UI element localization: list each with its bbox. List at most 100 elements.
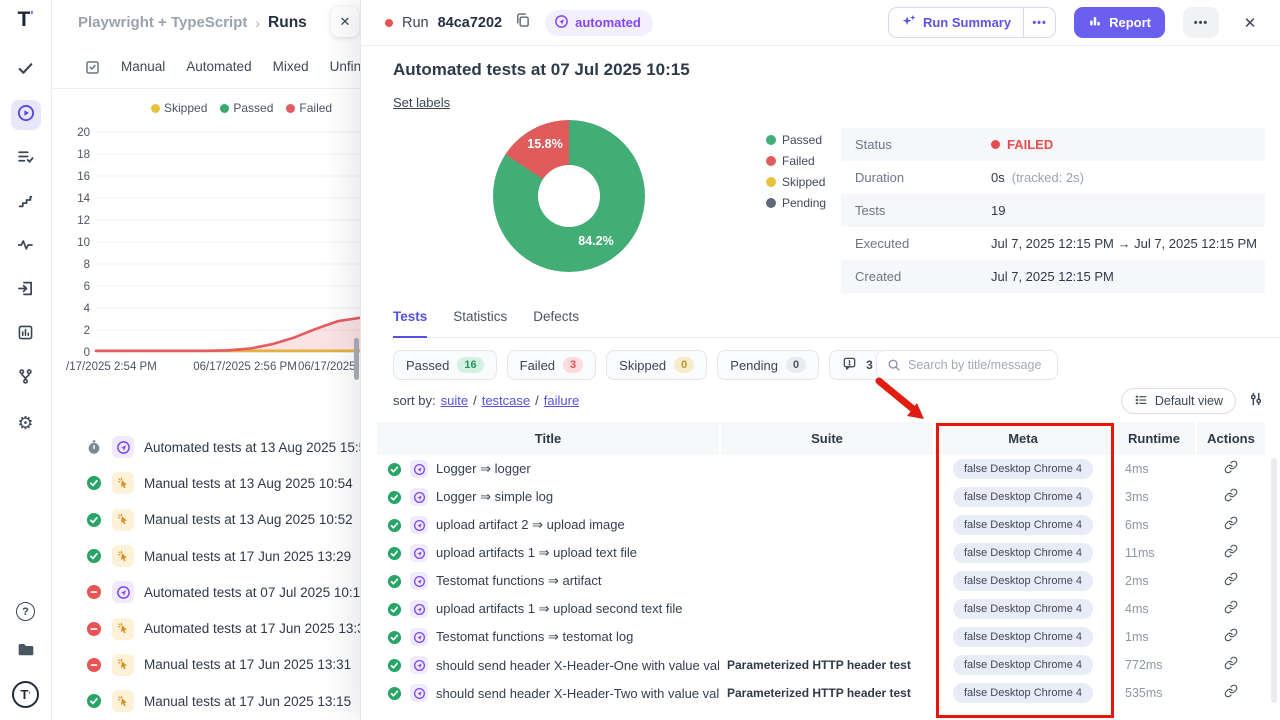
tab-statistics[interactable]: Statistics (453, 309, 507, 337)
test-runtime: 535ms (1113, 686, 1195, 700)
sidebar-item-import[interactable] (11, 276, 41, 306)
default-view-button[interactable]: Default view (1121, 388, 1236, 414)
passed-status-icon (387, 546, 402, 561)
run-list-item[interactable]: Manual tests at 17 Jun 2025 13:31from (52, 647, 360, 683)
test-runtime: 3ms (1113, 490, 1195, 504)
sidebar-item-tests[interactable] (11, 56, 41, 86)
meta-badge: false Desktop Chrome 4 (953, 627, 1093, 647)
col-header-title[interactable]: Title (377, 422, 719, 455)
test-title: upload artifacts 1 ⇒ upload second text … (436, 601, 683, 617)
test-row[interactable]: should send header X-Header-Two with val… (377, 679, 1265, 707)
sidebar-item-pulse[interactable] (11, 232, 41, 262)
help-button[interactable]: ? (16, 602, 35, 621)
run-list-item[interactable]: Manual tests at 13 Aug 2025 10:542 (52, 465, 360, 501)
link-action-button[interactable] (1197, 544, 1265, 563)
col-header-runtime[interactable]: Runtime (1113, 422, 1195, 455)
set-labels-link[interactable]: Set labels (393, 95, 450, 110)
link-action-button[interactable] (1197, 488, 1265, 507)
search-input[interactable] (908, 358, 1047, 372)
filter-failed-chip[interactable]: Failed3 (507, 350, 597, 380)
test-row[interactable]: upload artifact 2 ⇒ upload image false D… (377, 511, 1265, 539)
test-row[interactable]: upload artifacts 1 ⇒ upload text file fa… (377, 539, 1265, 567)
link-action-button[interactable] (1197, 460, 1265, 479)
run-list-item[interactable]: Automated tests at 17 Jun 2025 13:30 (52, 610, 360, 646)
test-row[interactable]: upload artifacts 1 ⇒ upload second text … (377, 595, 1265, 623)
run-list-item[interactable]: Automated tests at 13 Aug 2025 15:53 (52, 429, 360, 465)
run-summary-more-button[interactable]: ••• (1023, 8, 1055, 37)
sidebar-item-branches[interactable] (11, 364, 41, 394)
sort-by-testcase-link[interactable]: testcase (482, 393, 530, 408)
run-list-item[interactable]: Manual tests at 13 Aug 2025 10:52fron (52, 502, 360, 538)
test-row[interactable]: should send header X-Header-One with val… (377, 651, 1265, 679)
tab-unfinished[interactable]: Unfinished (330, 59, 360, 74)
donut-passed-label: 84.2% (578, 234, 613, 248)
run-list-item[interactable]: Manual tests at 17 Jun 2025 13:15from (52, 683, 360, 719)
panel-more-button[interactable]: ••• (1183, 7, 1219, 38)
link-action-button[interactable] (1197, 572, 1265, 591)
sort-by-failure-link[interactable]: failure (544, 393, 579, 408)
tab-automated[interactable]: Automated (186, 59, 251, 74)
avatar[interactable]: T' (12, 681, 39, 708)
tab-defects[interactable]: Defects (533, 309, 579, 337)
legend-failed[interactable]: Failed (286, 101, 332, 115)
svg-text:12: 12 (77, 215, 90, 227)
sidebar-item-milestones[interactable] (11, 188, 41, 218)
automated-run-icon (112, 436, 134, 458)
col-header-actions[interactable]: Actions (1197, 422, 1265, 455)
run-summary-table: Status FAILED Duration 0s(tracked: 2s) T… (841, 128, 1265, 293)
passed-status-icon (387, 658, 402, 673)
summary-row-tests: Tests 19 (841, 194, 1265, 227)
test-row[interactable]: Logger ⇒ simple log false Desktop Chrome… (377, 483, 1265, 511)
sort-by-suite-link[interactable]: suite (441, 393, 468, 408)
filter-skipped-chip[interactable]: Skipped0 (606, 350, 707, 380)
filter-passed-chip[interactable]: Passed16 (393, 350, 497, 380)
report-button[interactable]: Report (1074, 7, 1165, 38)
select-runs-icon[interactable] (84, 59, 100, 75)
run-list-item[interactable]: Manual tests at 17 Jun 2025 13:29fron (52, 538, 360, 574)
link-action-button[interactable] (1197, 628, 1265, 647)
run-list-item[interactable]: Automated tests at 07 Jul 2025 10:15 (52, 574, 360, 610)
legend-skipped[interactable]: Skipped (151, 101, 207, 115)
passed-status-icon (387, 490, 402, 505)
test-title: should send header X-Header-Two with val… (436, 686, 719, 701)
link-icon (1224, 460, 1238, 479)
automated-badge[interactable]: automated (545, 10, 653, 36)
sidebar-item-plans[interactable] (11, 144, 41, 174)
sidebar-item-reports[interactable] (11, 320, 41, 350)
link-action-button[interactable] (1197, 516, 1265, 535)
col-header-suite[interactable]: Suite (721, 422, 933, 455)
test-row[interactable]: Testomat functions ⇒ artifact false Desk… (377, 567, 1265, 595)
filter-pending-chip[interactable]: Pending0 (717, 350, 819, 380)
page-scrollbar[interactable] (354, 338, 359, 380)
col-header-meta[interactable]: Meta (935, 422, 1111, 455)
link-action-button[interactable] (1197, 600, 1265, 619)
tab-manual[interactable]: Manual (121, 59, 165, 74)
sidebar-item-settings[interactable]: ⚙ (11, 408, 41, 438)
search-field[interactable] (876, 350, 1058, 380)
app-logo[interactable]: T' (18, 9, 34, 30)
sidebar-item-runs[interactable] (11, 100, 41, 130)
tab-tests[interactable]: Tests (393, 309, 427, 338)
projects-button[interactable] (11, 636, 41, 666)
link-action-button[interactable] (1197, 684, 1265, 703)
copy-run-id-button[interactable] (515, 12, 530, 33)
test-row[interactable]: Logger ⇒ logger false Desktop Chrome 4 4… (377, 455, 1265, 483)
panel-close-button[interactable]: ✕ (1238, 14, 1262, 32)
meta-badge: false Desktop Chrome 4 (953, 683, 1093, 703)
test-title: Testomat functions ⇒ testomat log (436, 629, 633, 645)
tab-mixed[interactable]: Mixed (273, 59, 309, 74)
created-value: Jul 7, 2025 12:15 PM (991, 269, 1114, 284)
run-summary-button[interactable]: Run Summary ••• (888, 7, 1056, 38)
link-action-button[interactable] (1197, 656, 1265, 675)
drawer-close-button[interactable]: ✕ (331, 7, 359, 37)
test-row[interactable]: Testomat functions ⇒ testomat log false … (377, 623, 1265, 651)
legend-passed[interactable]: Passed (220, 101, 273, 115)
panel-header: Run 84ca7202 automated Run Summary ••• R… (361, 0, 1280, 46)
column-settings-button[interactable] (1248, 391, 1264, 412)
run-title: Manual tests at 17 Jun 2025 13:15 (144, 694, 351, 709)
svg-text:06/17/2025 2:56 PM: 06/17/2025 2:56 PM (193, 361, 297, 373)
svg-text:2: 2 (84, 325, 90, 337)
breadcrumb-project[interactable]: Playwright + TypeScript (78, 14, 247, 31)
table-scrollbar[interactable] (1271, 458, 1277, 703)
link-icon (1224, 684, 1238, 703)
